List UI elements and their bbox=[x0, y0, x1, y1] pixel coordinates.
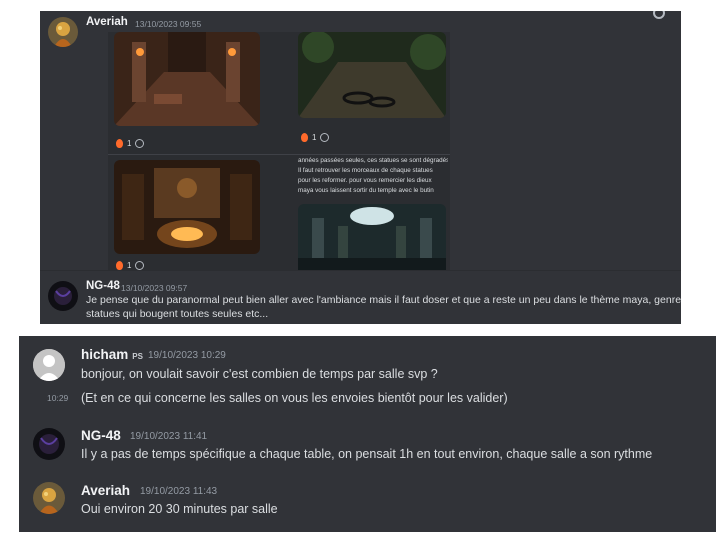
timestamp: 13/10/2023 09:55 bbox=[135, 19, 202, 29]
caption-line: années passées seules, ces statues se so… bbox=[298, 157, 448, 164]
ng48-avatar[interactable] bbox=[48, 281, 78, 311]
reaction-row[interactable]: 1 bbox=[116, 261, 145, 270]
timestamp: 13/10/2023 09:57 bbox=[121, 283, 188, 293]
reaction-count: 1 bbox=[127, 139, 132, 148]
author-name[interactable]: NG-48 bbox=[86, 280, 120, 292]
add-reaction-icon[interactable] bbox=[135, 261, 145, 270]
message-line: statues qui bougent toutes seules etc... bbox=[86, 308, 269, 320]
image-statue-hall[interactable] bbox=[298, 204, 446, 270]
divider bbox=[108, 154, 450, 155]
author-name[interactable]: hicham PS bbox=[81, 347, 143, 362]
caption-line: maya vous laissent sortir du temple avec… bbox=[298, 187, 434, 194]
add-reaction-icon[interactable] bbox=[320, 133, 330, 142]
fire-emoji-icon bbox=[116, 261, 123, 270]
averiah-avatar[interactable] bbox=[48, 17, 78, 47]
image-maya-carvings[interactable] bbox=[114, 160, 260, 254]
author-name[interactable]: Averiah bbox=[86, 16, 128, 28]
reaction-count: 1 bbox=[127, 261, 132, 270]
hover-time: 10:29 bbox=[47, 393, 69, 403]
image-temple-corridor[interactable] bbox=[114, 32, 260, 126]
caption-line: pour les reformer. pour vous remercier l… bbox=[298, 177, 432, 184]
top-chat-panel: Averiah 13/10/2023 09:55 1 1 1 années pa… bbox=[40, 11, 681, 324]
bottom-chat-panel: hicham PS 19/10/2023 10:29 bonjour, on vo… bbox=[19, 336, 716, 532]
more-options-icon[interactable] bbox=[653, 11, 665, 19]
author-name-text[interactable]: hicham bbox=[81, 347, 128, 362]
averiah-avatar[interactable] bbox=[33, 482, 65, 514]
add-reaction-icon[interactable] bbox=[135, 139, 145, 148]
author-name[interactable]: NG-48 bbox=[81, 428, 121, 443]
fire-emoji-icon bbox=[301, 133, 308, 142]
message-text: bonjour, on voulait savoir c'est combien… bbox=[81, 367, 438, 381]
message-text: Je pense que du paranormal peut bien all… bbox=[86, 293, 681, 321]
fire-emoji-icon bbox=[116, 139, 123, 148]
message-line: Je pense que du paranormal peut bien all… bbox=[86, 294, 681, 306]
timestamp: 19/10/2023 11:43 bbox=[140, 486, 218, 497]
hicham-avatar[interactable] bbox=[33, 349, 65, 381]
image-grid: 1 1 1 années passées seules, ces statues… bbox=[108, 32, 450, 270]
timestamp: 19/10/2023 10:29 bbox=[148, 350, 226, 361]
reaction-row[interactable]: 1 bbox=[116, 139, 145, 148]
reaction-count: 1 bbox=[312, 133, 317, 142]
caption-line: Il faut retrouver les morceaux de chaque… bbox=[298, 167, 433, 174]
image-caption: années passées seules, ces statues se so… bbox=[298, 156, 448, 196]
author-name[interactable]: Averiah bbox=[81, 483, 130, 498]
user-tag: PS bbox=[132, 352, 143, 361]
image-jungle-ruins[interactable] bbox=[298, 32, 446, 118]
message-text: Oui environ 20 30 minutes par salle bbox=[81, 502, 278, 516]
message-text: Il y a pas de temps spécifique a chaque … bbox=[81, 447, 653, 461]
message-separator bbox=[40, 270, 681, 271]
ng48-avatar[interactable] bbox=[33, 428, 65, 460]
message-text: (Et en ce qui concerne les salles on vou… bbox=[81, 391, 508, 405]
timestamp: 19/10/2023 11:41 bbox=[130, 431, 208, 442]
reaction-row[interactable]: 1 bbox=[301, 133, 330, 142]
